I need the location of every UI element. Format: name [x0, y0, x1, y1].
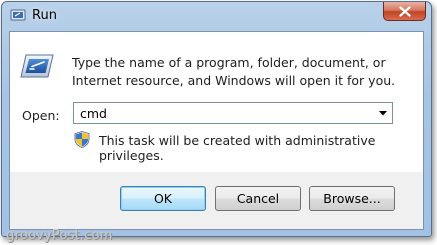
run-app-icon — [10, 7, 26, 23]
open-combobox[interactable] — [73, 102, 393, 124]
cancel-button[interactable]: Cancel — [215, 186, 301, 211]
open-input[interactable] — [74, 103, 370, 123]
ok-button[interactable]: OK — [120, 186, 206, 211]
open-dropdown-button[interactable] — [375, 104, 391, 122]
open-label: Open: — [22, 108, 60, 123]
run-dialog-window: Run Type the name of a program, folder, … — [1, 1, 432, 237]
close-icon — [399, 6, 411, 17]
window-title: Run — [32, 8, 57, 23]
close-button[interactable] — [383, 2, 426, 21]
dialog-content-panel: Type the name of a program, folder, docu… — [10, 32, 423, 172]
dialog-client-area: Type the name of a program, folder, docu… — [9, 31, 424, 230]
chevron-down-icon — [379, 111, 387, 116]
dialog-description: Type the name of a program, folder, docu… — [72, 55, 396, 88]
admin-privileges-note: This task will be created with administr… — [99, 133, 376, 163]
title-bar[interactable]: Run — [2, 2, 431, 30]
watermark-text: groovyPost.com — [6, 228, 113, 243]
uac-shield-icon — [74, 131, 90, 148]
browse-button[interactable]: Browse... — [309, 186, 395, 211]
run-dialog-icon — [20, 52, 54, 80]
